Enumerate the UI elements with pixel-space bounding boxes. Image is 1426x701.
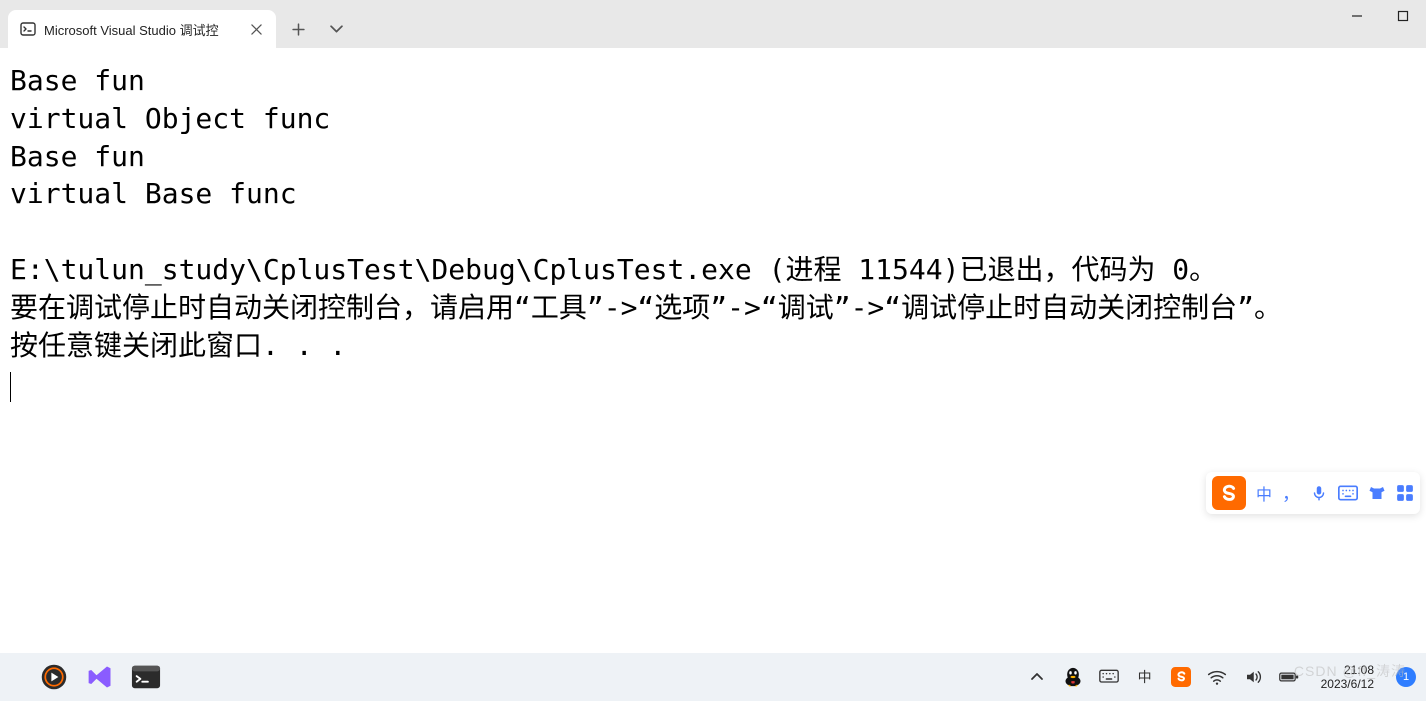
ime-lang-label[interactable]: 中 [1256, 481, 1272, 505]
console-output[interactable]: Base fun virtual Object func Base fun vi… [0, 48, 1426, 653]
console-line: Base fun [10, 64, 145, 97]
sogou-ime-icon[interactable] [1212, 476, 1246, 510]
text-cursor [10, 372, 11, 402]
clock-time: 21:08 [1321, 663, 1374, 677]
console-line: 要在调试停止时自动关闭控制台，请启用“工具”->“选项”->“调试”->“调试停… [10, 291, 1282, 324]
battery-icon[interactable] [1279, 667, 1299, 687]
ime-tray-label[interactable]: 中 [1135, 667, 1155, 687]
console-line: E:\tulun_study\CplusTest\Debug\CplusTest… [10, 253, 1217, 286]
taskbar: 中 21:08 2023/6/12 1 [0, 653, 1426, 701]
microphone-icon[interactable] [1310, 484, 1328, 502]
active-tab[interactable]: Microsoft Visual Studio 调试控 [8, 10, 276, 48]
keyboard-icon[interactable] [1338, 485, 1358, 501]
volume-icon[interactable] [1243, 667, 1263, 687]
console-icon [20, 21, 36, 37]
wifi-icon[interactable] [1207, 667, 1227, 687]
tray-overflow-icon[interactable] [1027, 667, 1047, 687]
window-controls [1334, 0, 1426, 32]
media-player-icon[interactable] [38, 661, 70, 693]
minimize-button[interactable] [1334, 0, 1380, 32]
toolbox-icon[interactable] [1396, 484, 1414, 502]
maximize-button[interactable] [1380, 0, 1426, 32]
qq-tray-icon[interactable] [1063, 667, 1083, 687]
clock[interactable]: 21:08 2023/6/12 [1321, 663, 1374, 692]
notification-badge[interactable]: 1 [1396, 667, 1416, 687]
tab-dropdown-button[interactable] [320, 13, 352, 45]
close-tab-icon[interactable] [248, 21, 264, 37]
system-tray: 中 21:08 2023/6/12 1 [1027, 663, 1416, 692]
console-line: virtual Object func [10, 102, 330, 135]
ime-punct-label[interactable]: ， [1282, 480, 1300, 506]
terminal-icon[interactable] [130, 661, 162, 693]
sogou-tray-icon[interactable] [1171, 667, 1191, 687]
ime-toolbar[interactable]: 中 ， [1206, 472, 1420, 514]
taskbar-apps [38, 661, 162, 693]
keyboard-tray-icon[interactable] [1099, 667, 1119, 687]
visual-studio-icon[interactable] [84, 661, 116, 693]
clock-date: 2023/6/12 [1321, 677, 1374, 691]
console-line: Base fun [10, 140, 145, 173]
console-line: 按任意键关闭此窗口. . . [10, 329, 346, 362]
new-tab-button[interactable] [282, 13, 314, 45]
tab-title: Microsoft Visual Studio 调试控 [44, 20, 240, 39]
titlebar: Microsoft Visual Studio 调试控 [0, 0, 1426, 48]
console-line: virtual Base func [10, 177, 297, 210]
skin-icon[interactable] [1368, 484, 1386, 502]
